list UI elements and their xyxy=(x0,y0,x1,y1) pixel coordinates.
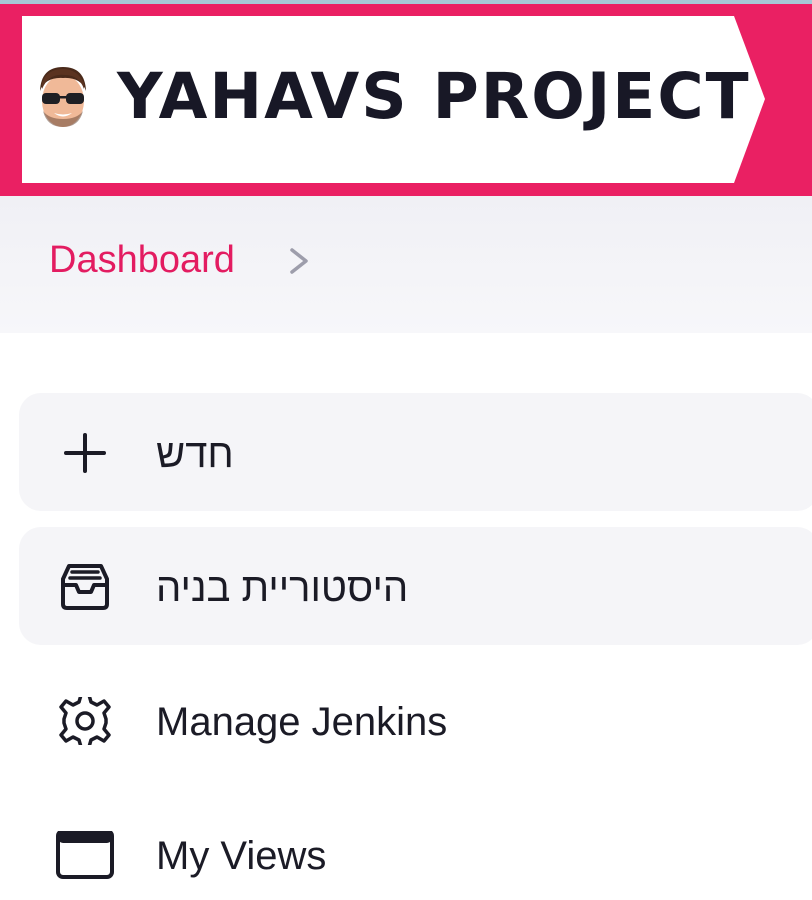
task-manage-jenkins[interactable]: Manage Jenkins xyxy=(19,661,812,779)
page-header: YAHAVS PROJECT xyxy=(0,4,812,196)
task-build-history[interactable]: היסטוריית בניה xyxy=(19,527,812,645)
header-banner[interactable]: YAHAVS PROJECT xyxy=(22,16,765,183)
task-manage-jenkins-label: Manage Jenkins xyxy=(156,700,448,744)
inbox-tray-icon xyxy=(61,564,109,610)
window-icon xyxy=(56,831,114,879)
task-my-views[interactable]: My Views xyxy=(19,795,812,900)
breadcrumb-dashboard-link[interactable]: Dashboard xyxy=(49,238,235,282)
avatar xyxy=(40,67,86,127)
chevron-right-icon[interactable] xyxy=(286,246,312,276)
header-title[interactable]: YAHAVS PROJECT xyxy=(117,52,751,142)
gear-icon xyxy=(59,697,111,745)
task-build-history-label: היסטוריית בניה xyxy=(156,566,409,610)
task-my-views-label: My Views xyxy=(156,834,327,878)
plus-icon xyxy=(64,433,106,473)
breadcrumb: Dashboard xyxy=(0,196,812,333)
task-new-item[interactable]: חדש xyxy=(19,393,812,511)
task-new-item-label: חדש xyxy=(156,432,234,476)
